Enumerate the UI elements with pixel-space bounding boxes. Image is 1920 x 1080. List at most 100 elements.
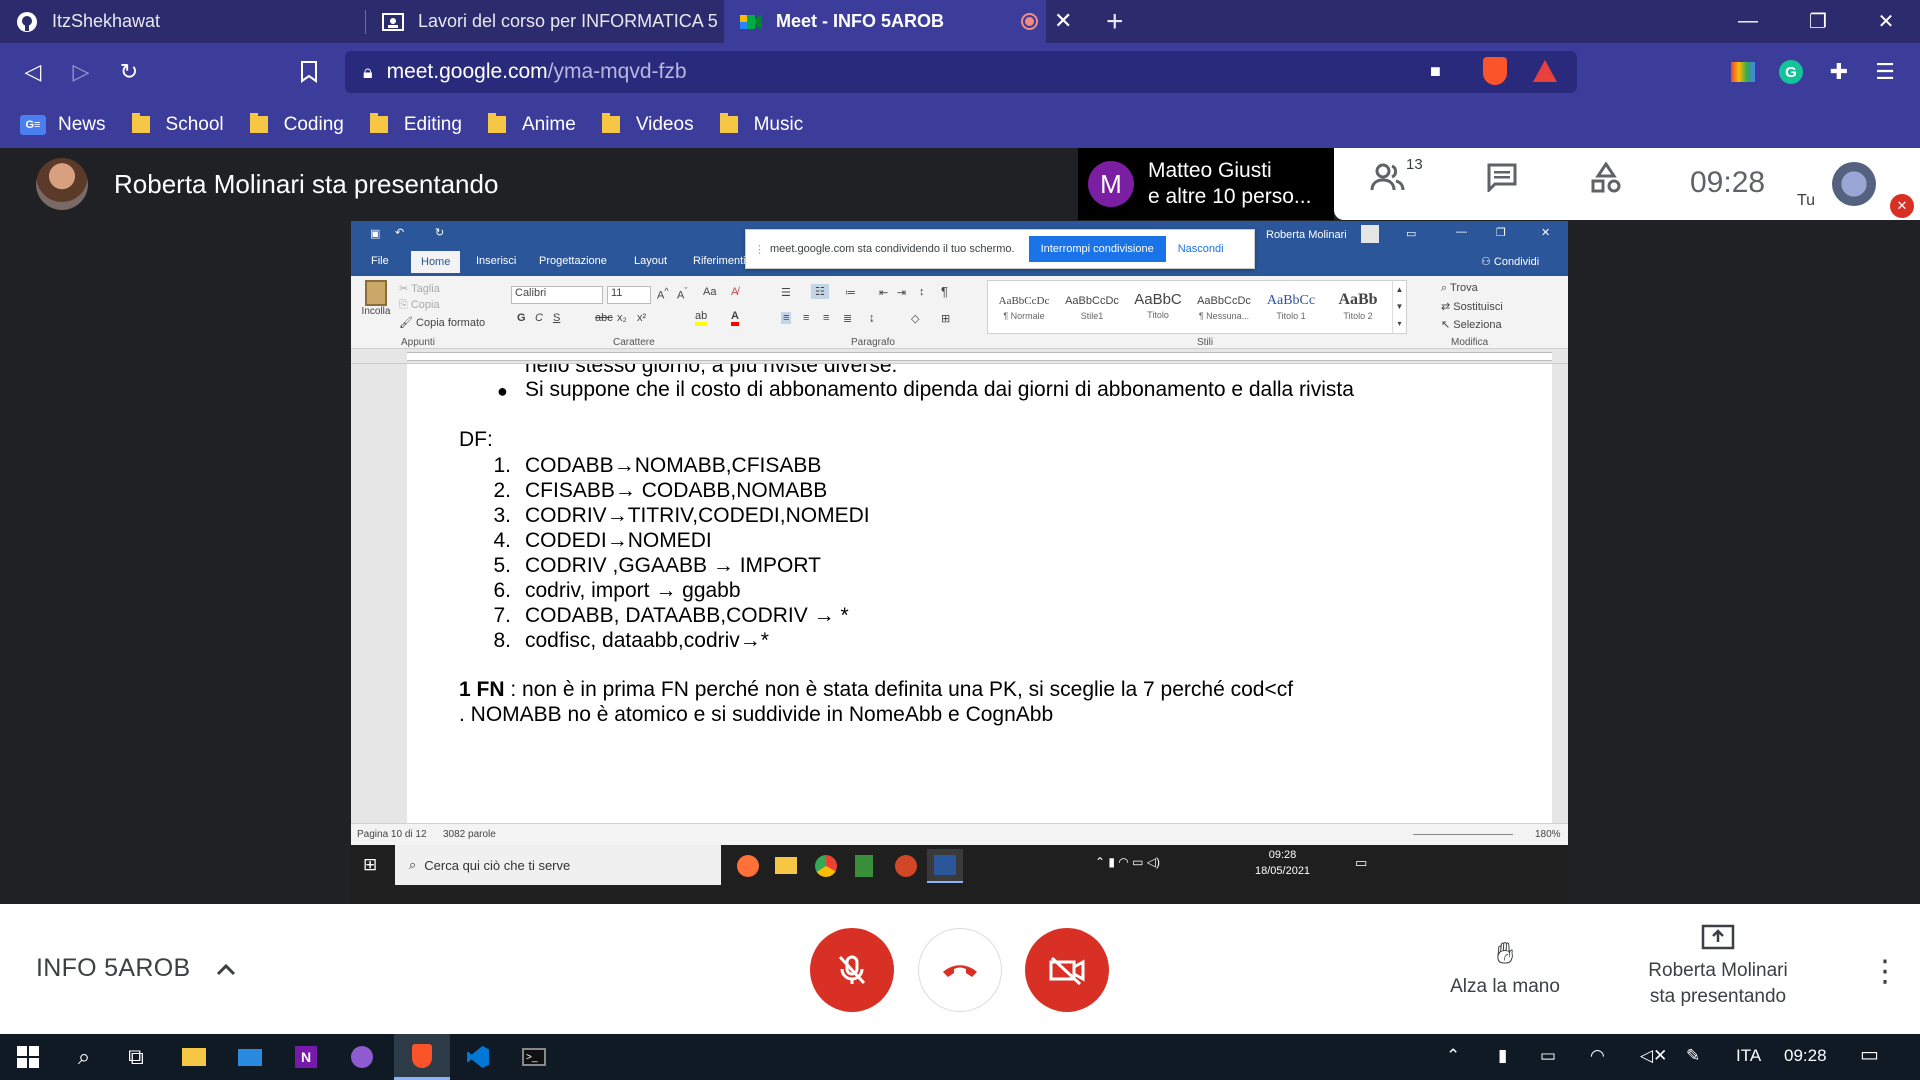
cut-button[interactable]: ✂ Taglia [399,282,440,295]
subscript-icon[interactable]: x₂ [617,312,627,324]
notification-icon[interactable]: ▭ [1355,855,1367,871]
line-spacing-icon[interactable]: ↨ [869,312,875,324]
leave-call-button[interactable] [918,928,1002,1012]
microphone-tray-icon[interactable]: ▮ [1498,1046,1507,1066]
bookmark-school[interactable]: School [131,113,224,136]
superscript-icon[interactable]: x² [637,312,646,324]
address-bar[interactable]: 🔒︎ meet.google.com/yma-mqvd-fzb ■ [345,51,1577,93]
tab-github[interactable]: ItzShekhawat [0,0,365,43]
bookmark-videos[interactable]: Videos [601,113,694,136]
word-restore-icon[interactable]: ❐ [1496,226,1506,239]
bookmark-editing[interactable]: Editing [369,113,462,136]
terminal-icon[interactable]: >_ [506,1034,562,1080]
page-count[interactable]: Pagina 10 di 12 [357,829,427,840]
chat-button[interactable] [1486,162,1518,199]
bookmark-news[interactable]: G≡ News [20,114,106,136]
battery-icon[interactable]: ▭ [1540,1046,1556,1066]
undo-icon[interactable]: ↶ [395,226,404,239]
sort-icon[interactable]: ↕ [919,286,925,298]
zoom-slider[interactable] [1413,834,1513,835]
wifi-icon[interactable]: ◠ [1590,1046,1605,1066]
style-nessuna[interactable]: AaBbCcDc ¶ Nessuna... [1192,295,1256,321]
tab-classroom[interactable]: Lavori del corso per INFORMATICA 5 5 [366,0,724,43]
pen-icon[interactable]: ✎ [1686,1046,1700,1066]
increase-indent-icon[interactable]: ⇥ [897,286,906,299]
minimize-icon[interactable]: — [1720,0,1776,43]
tab-file[interactable]: File [371,255,389,267]
tab-home[interactable]: Home [411,251,461,273]
grammarly-icon[interactable]: G [1774,55,1808,89]
speaker-chip[interactable]: M Matteo Giusti e altre 10 perso... [1078,148,1334,220]
document-page[interactable]: nello stesso giorno, a più riviste diver… [407,364,1552,823]
tab-insert[interactable]: Inserisci [476,255,516,267]
shrink-font-icon[interactable]: Aˇ [677,286,687,302]
extension-color-icon[interactable] [1726,55,1760,89]
language-indicator[interactable]: ITA [1736,1046,1761,1066]
meeting-details-button[interactable]: INFO 5AROB [36,954,236,983]
powerpoint-icon[interactable] [895,855,917,877]
grow-font-icon[interactable]: A^ [657,286,669,302]
font-size-select[interactable]: 11 [607,286,651,304]
vscode-icon[interactable] [450,1034,506,1080]
bookmark-anime[interactable]: Anime [487,113,576,136]
present-now-button[interactable]: Roberta Molinari sta presentando [1630,924,1806,1008]
new-tab-button[interactable]: + [1090,0,1134,43]
task-view-icon[interactable]: ⧉ [108,1034,164,1080]
explorer-icon[interactable] [775,857,797,874]
save-icon[interactable]: ▣ [370,227,380,240]
brave-rewards-icon[interactable] [1533,60,1557,82]
pilcrow-icon[interactable]: ¶ [941,284,948,299]
forward-icon[interactable]: ▷ [64,55,98,89]
tab-design[interactable]: Progettazione [539,255,607,267]
redo-icon[interactable]: ↻ [435,226,444,239]
underline-icon[interactable]: S [553,312,560,324]
style-normal[interactable]: AaBbCcDc ¶ Normale [992,295,1056,321]
style-titolo[interactable]: AaBbC Titolo [1126,291,1190,320]
horizontal-ruler[interactable] [351,349,1568,364]
chrome-icon[interactable] [815,855,837,877]
bookmark-coding[interactable]: Coding [249,113,344,136]
find-button[interactable]: ⌕ Trova [1441,282,1478,295]
tab-meet[interactable]: Meet - INFO 5AROB ✕ [724,0,1072,43]
more-options-icon[interactable]: ⋮ [1870,954,1900,989]
style-stile1[interactable]: AaBbCcDc Stile1 [1060,295,1124,321]
mail-icon[interactable] [222,1034,278,1080]
reload-icon[interactable]: ↻ [112,55,146,89]
bold-icon[interactable]: G [517,312,526,324]
show-hidden-icons[interactable]: ⌃ [1446,1046,1460,1066]
bookmark-icon[interactable] [292,55,326,89]
numbering-icon[interactable]: ☷ [811,284,829,299]
align-right-icon[interactable]: ≡ [823,312,829,324]
copy-button[interactable]: ⎘ Copia [399,299,440,312]
format-painter-button[interactable]: 🖌︎ Copia formato [399,316,485,329]
paste-button[interactable]: Incolla [359,280,393,317]
bullets-icon[interactable]: ☰ [781,286,791,299]
bookmark-music[interactable]: Music [719,113,803,136]
close-tab-icon[interactable]: ✕ [1054,8,1072,34]
brave-shield-icon[interactable] [1483,57,1507,85]
tab-references[interactable]: Riferimenti [693,255,746,267]
raise-hand-button[interactable]: ✋︎ Alza la mano [1440,934,1570,998]
start-icon[interactable] [0,1034,56,1080]
style-titolo1[interactable]: AaBbCc Titolo 1 [1258,293,1324,321]
camera-toggle-button[interactable] [1025,928,1109,1012]
extensions-puzzle-icon[interactable]: ✚ [1822,55,1856,89]
github-desktop-icon[interactable] [334,1034,390,1080]
align-center-icon[interactable]: ≡ [803,312,809,324]
close-window-icon[interactable]: ✕ [1858,0,1914,43]
replace-button[interactable]: ⇄ Sostituisci [1441,300,1503,313]
font-color-icon[interactable]: A [731,310,739,326]
styles-scroll-icon[interactable]: ▲ ▼ ▾ [1392,281,1406,333]
justify-icon[interactable]: ≣ [843,312,852,325]
stop-sharing-button[interactable]: Interrompi condivisione [1028,236,1166,262]
change-case-icon[interactable]: Aa [703,286,716,298]
action-center-icon[interactable]: ▭ [1860,1042,1879,1067]
word-minimize-icon[interactable]: — [1456,226,1467,238]
select-button[interactable]: ↖ Seleziona [1441,318,1502,331]
borders-icon[interactable]: ⊞ [941,312,950,325]
remote-search-box[interactable]: ⌕ Cerca qui ciò che ti serve [395,845,721,885]
camera-icon[interactable]: ■ [1430,61,1441,82]
menu-icon[interactable]: ☰ [1868,55,1902,89]
word-close-icon[interactable]: ✕ [1541,226,1550,239]
restore-icon[interactable]: ❐ [1790,0,1846,43]
